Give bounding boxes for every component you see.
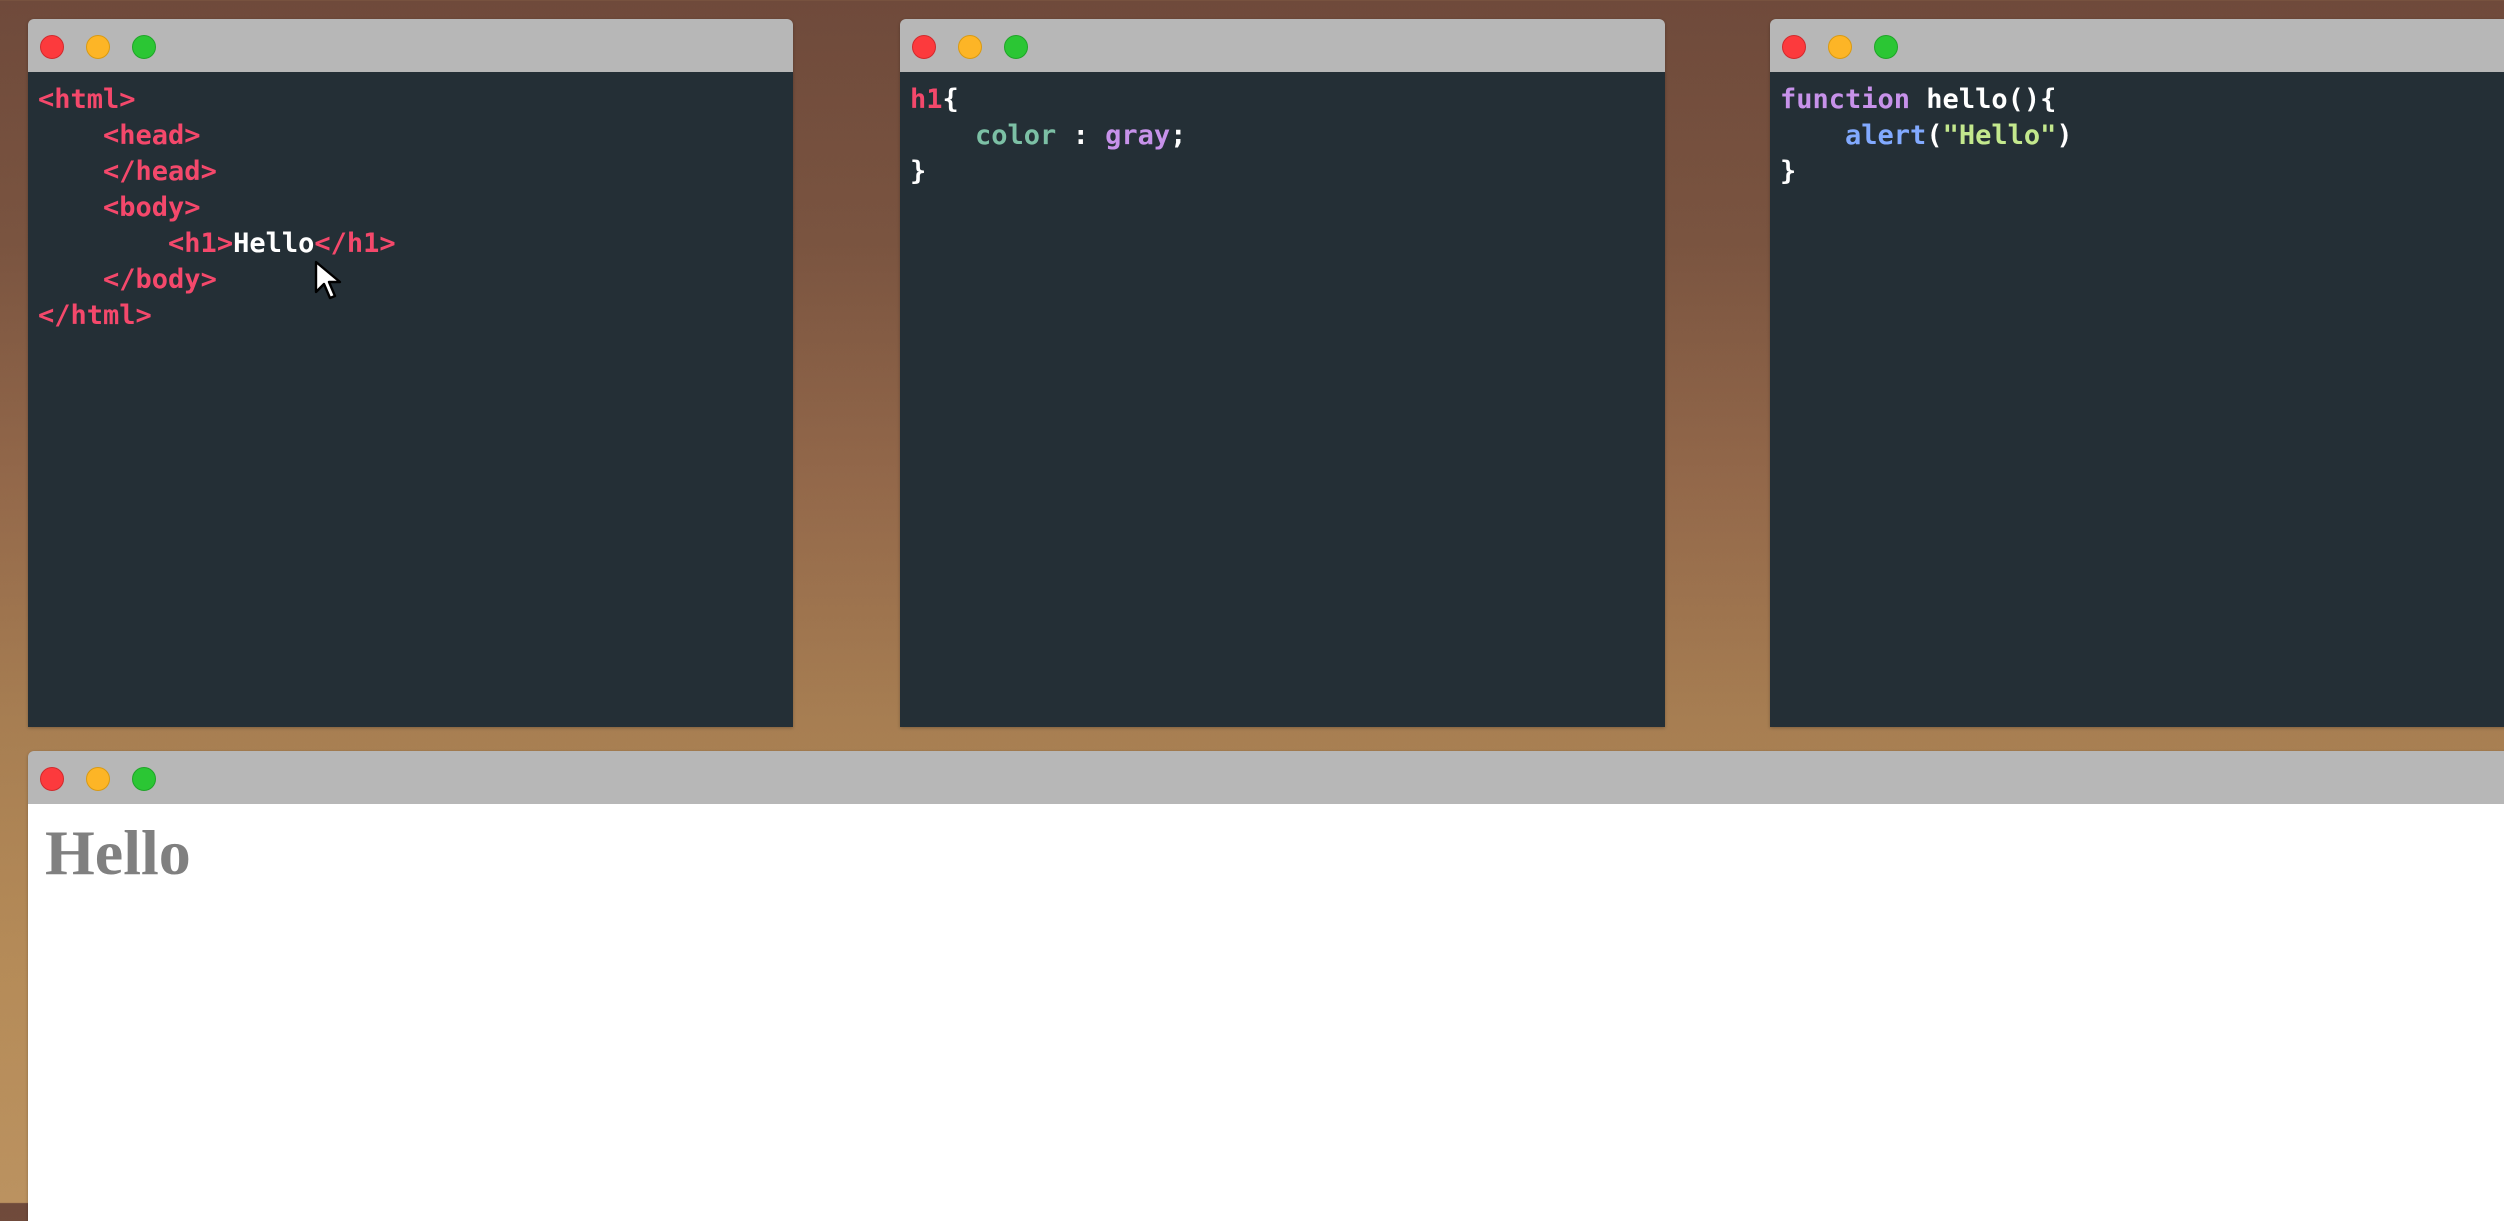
maximize-button[interactable] — [1004, 35, 1028, 59]
code-line[interactable]: color : gray; — [910, 118, 1665, 154]
code-token: "Hello" — [1942, 120, 2057, 151]
close-button[interactable] — [40, 767, 64, 791]
code-token: } — [910, 156, 927, 187]
close-button[interactable] — [912, 35, 936, 59]
code-token: h1 — [910, 84, 943, 115]
css-editor-window[interactable]: h1{ color : gray;} — [900, 19, 1665, 727]
code-line[interactable]: </head> — [38, 154, 793, 190]
code-token: ; — [1170, 120, 1187, 151]
code-line[interactable]: <h1>Hello</h1> — [38, 226, 793, 262]
js-editor-titlebar[interactable] — [1770, 19, 2504, 72]
js-code-editor[interactable]: function hello(){ alert("Hello")} — [1770, 72, 2504, 727]
code-token: <h1> — [168, 228, 234, 259]
code-token: ) — [2056, 120, 2073, 151]
code-line[interactable]: } — [910, 154, 1665, 190]
css-editor-titlebar[interactable] — [900, 19, 1665, 72]
code-line[interactable]: <head> — [38, 118, 793, 154]
code-token: <head> — [103, 120, 201, 151]
preview-titlebar[interactable] — [28, 751, 2504, 804]
code-line[interactable]: <html> — [38, 82, 793, 118]
code-token: <html> — [38, 84, 136, 115]
code-token: gray — [1105, 120, 1171, 151]
minimize-button[interactable] — [958, 35, 982, 59]
code-token: ( — [1926, 120, 1943, 151]
minimize-button[interactable] — [1828, 35, 1852, 59]
minimize-button[interactable] — [86, 767, 110, 791]
code-line[interactable]: h1{ — [910, 82, 1665, 118]
code-line[interactable]: <body> — [38, 190, 793, 226]
js-editor-window[interactable]: function hello(){ alert("Hello")} — [1770, 19, 2504, 727]
preview-heading: Hello — [45, 817, 191, 888]
code-token: alert — [1845, 120, 1927, 151]
preview-content: Hello — [28, 804, 2504, 1221]
code-token: Hello — [233, 228, 315, 259]
code-line[interactable]: </html> — [38, 298, 793, 334]
code-token: </html> — [38, 300, 152, 331]
code-token: function — [1780, 84, 1911, 115]
code-line[interactable]: } — [1780, 154, 2504, 190]
code-token: : — [1056, 120, 1106, 151]
close-button[interactable] — [1782, 35, 1806, 59]
code-token: </body> — [103, 264, 217, 295]
code-token: { — [942, 84, 959, 115]
code-line[interactable]: alert("Hello") — [1780, 118, 2504, 154]
preview-window[interactable]: Hello — [28, 751, 2504, 1221]
code-token: hello(){ — [1910, 84, 2057, 115]
code-token: <body> — [103, 192, 201, 223]
close-button[interactable] — [40, 35, 64, 59]
html-editor-window[interactable]: <html> <head> </head> <body> <h1>Hello</… — [28, 19, 793, 727]
code-token: </h1> — [314, 228, 396, 259]
css-code-editor[interactable]: h1{ color : gray;} — [900, 72, 1665, 727]
mouse-pointer-icon — [314, 260, 342, 300]
html-editor-titlebar[interactable] — [28, 19, 793, 72]
minimize-button[interactable] — [86, 35, 110, 59]
code-line[interactable]: function hello(){ — [1780, 82, 2504, 118]
code-token: </head> — [103, 156, 217, 187]
html-code-editor[interactable]: <html> <head> </head> <body> <h1>Hello</… — [28, 72, 793, 727]
code-line[interactable]: </body> — [38, 262, 793, 298]
code-token: } — [1780, 156, 1797, 187]
code-token: color — [975, 120, 1057, 151]
maximize-button[interactable] — [132, 35, 156, 59]
maximize-button[interactable] — [132, 767, 156, 791]
maximize-button[interactable] — [1874, 35, 1898, 59]
